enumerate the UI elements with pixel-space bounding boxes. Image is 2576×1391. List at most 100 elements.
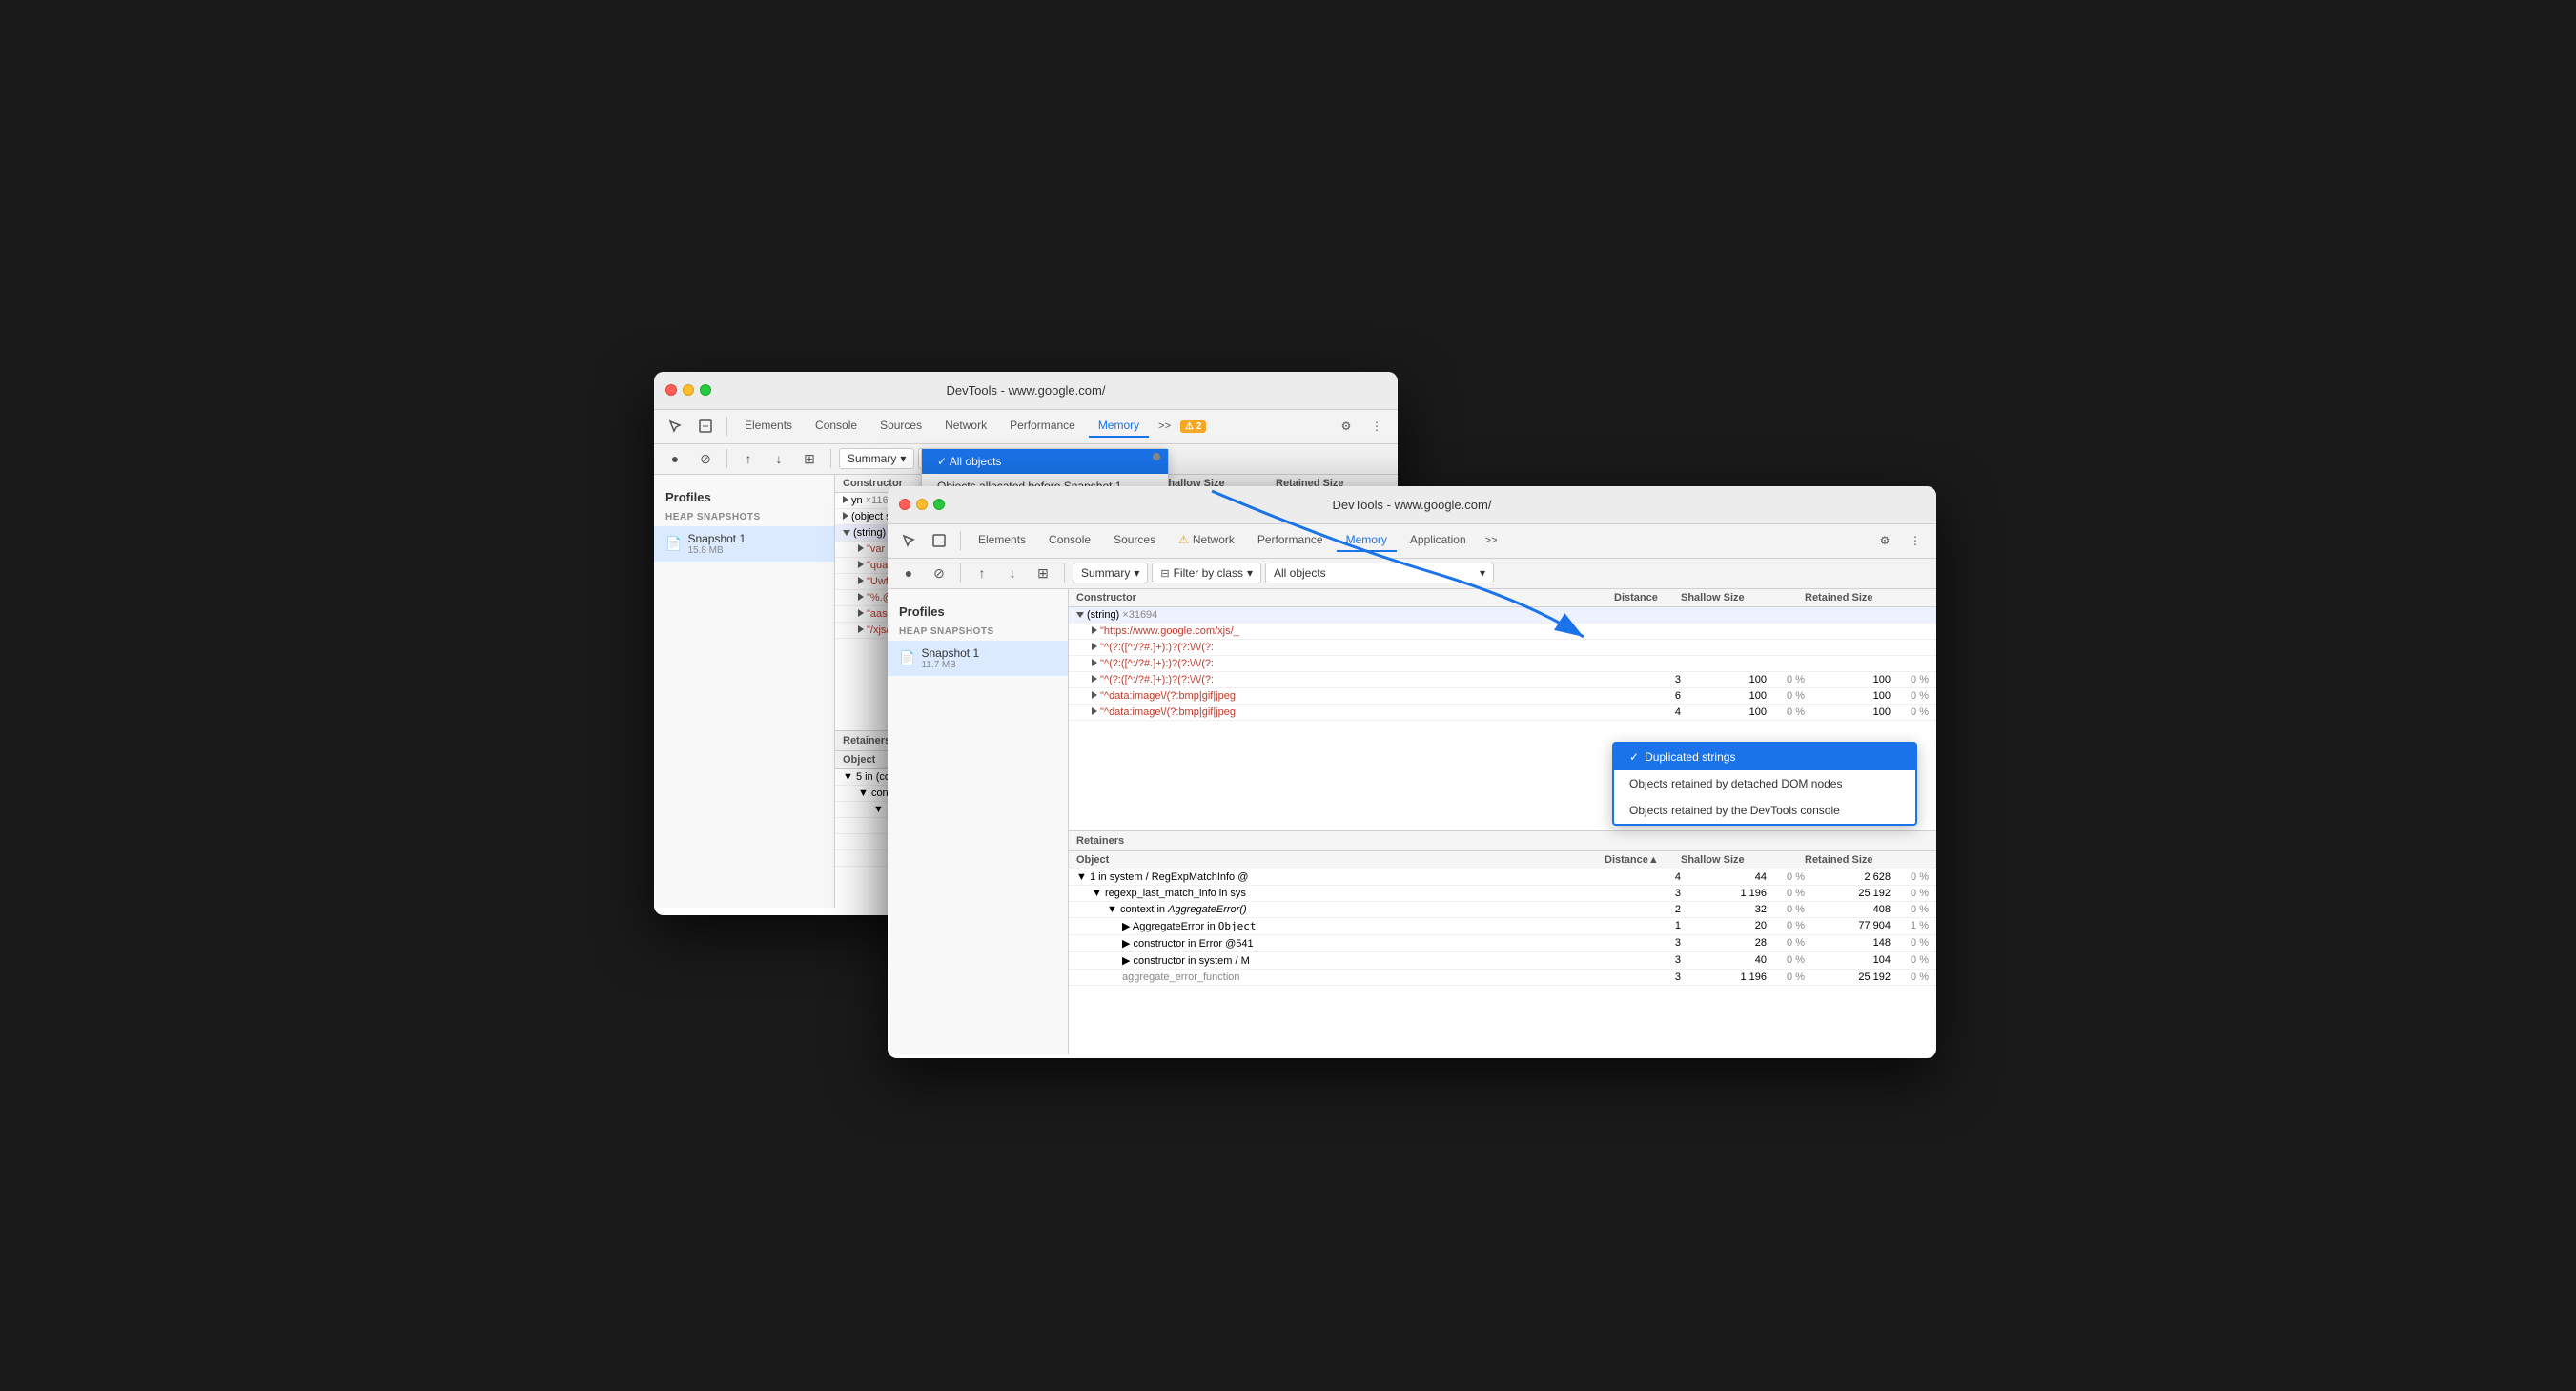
settings-icon-front[interactable]: ⚙ (1871, 527, 1898, 554)
ret-col-retained-front: Retained Size (1805, 854, 1891, 866)
sidebar-front: Profiles HEAP SNAPSHOTS 📄 Snapshot 1 11.… (888, 589, 1069, 1054)
ret-row-3-front[interactable]: ▼ context in AggregateError() 2 32 0 % 4… (1069, 902, 1936, 918)
traffic-lights-front (899, 499, 945, 510)
summary-dropdown-back[interactable]: Summary ▾ (839, 448, 914, 469)
inspect-icon-front[interactable] (926, 527, 952, 554)
filter-icon: ⊟ (1160, 567, 1169, 580)
sec-divider-back (726, 449, 727, 468)
ret-row-7-front[interactable]: aggregate_error_function 3 1 196 0 % 25 … (1069, 970, 1936, 986)
record-icon-back[interactable]: ● (662, 445, 688, 472)
tab-elements-back[interactable]: Elements (735, 415, 802, 438)
constructor-row-data1[interactable]: "^data:image\/(?:bmp|gif|jpeg 6 100 0 % … (1069, 688, 1936, 705)
tab-network-front[interactable]: ⚠ Network (1169, 529, 1244, 552)
warning-badge-back[interactable]: ⚠ 2 (1180, 420, 1206, 433)
dropdown-detached-dom[interactable]: Objects retained by detached DOM nodes (1614, 770, 1915, 797)
inspect-icon[interactable] (692, 413, 719, 440)
sec-divider-2-back (830, 449, 831, 468)
col-retained-front: Retained Size (1805, 592, 1891, 603)
main-toolbar-back: Elements Console Sources Network Perform… (654, 410, 1398, 444)
snapshot-icon-back: 📄 (665, 536, 682, 552)
record-icon-front[interactable]: ● (895, 560, 922, 586)
maximize-button-front[interactable] (933, 499, 945, 510)
summary-dropdown-front[interactable]: Summary ▾ (1073, 563, 1148, 583)
ret-col-shallow-front: Shallow Size (1681, 854, 1767, 866)
trash-icon-back[interactable]: ⊞ (796, 445, 823, 472)
ret-col-obj-front: Object (1076, 854, 1605, 866)
summary-label-front: Summary (1081, 566, 1130, 580)
snapshot-name-front: Snapshot 1 (921, 646, 979, 660)
profiles-label-front: Profiles (888, 597, 1068, 623)
filter-by-class-dropdown[interactable]: ⊟ Filter by class ▾ (1152, 563, 1261, 583)
tab-memory-front[interactable]: Memory (1337, 529, 1397, 552)
tab-elements-front[interactable]: Elements (969, 529, 1035, 552)
snapshot-info-back: Snapshot 1 15.8 MB (687, 532, 746, 556)
constructor-row-https[interactable]: "https://www.google.com/xjs/_ (1069, 624, 1936, 640)
close-button-front[interactable] (899, 499, 910, 510)
tab-network-back[interactable]: Network (935, 415, 996, 438)
tab-sources-back[interactable]: Sources (870, 415, 931, 438)
ret-row-2-front[interactable]: ▼ regexp_last_match_info in sys 3 1 196 … (1069, 886, 1936, 902)
stop-icon-front[interactable]: ⊘ (926, 560, 952, 586)
download-icon-back[interactable]: ↓ (766, 445, 792, 472)
constructor-row-regex1[interactable]: "^(?:([^:/?#.]+):)?(?:\/\/(?: (1069, 640, 1936, 656)
upload-icon-front[interactable]: ↑ (969, 560, 995, 586)
ret-row-4-front[interactable]: ▶ AggregateError in Object 1 20 0 % 77 9… (1069, 918, 1936, 935)
more-icon-back[interactable]: ⋮ (1363, 413, 1390, 440)
more-tabs-back[interactable]: >> (1153, 417, 1176, 436)
trash-icon-front[interactable]: ⊞ (1030, 560, 1056, 586)
dropdown-devtools-console[interactable]: Objects retained by the DevTools console (1614, 797, 1915, 824)
all-objects-container-front: All objects ▾ (1265, 563, 1494, 583)
toolbar-divider-1 (726, 417, 727, 436)
dropdown-duplicated-strings[interactable]: ✓ Duplicated strings (1614, 744, 1915, 770)
snapshot-info-front: Snapshot 1 11.7 MB (921, 646, 979, 670)
retainers-table-header-front: Object Distance▲ Shallow Size Retained S… (1069, 851, 1936, 869)
tab-performance-back[interactable]: Performance (1000, 415, 1085, 438)
profiles-label-back: Profiles (654, 482, 834, 508)
duplicated-strings-dropdown: ✓ Duplicated strings Objects retained by… (1612, 742, 1917, 826)
summary-chevron-back: ▾ (900, 452, 906, 465)
sec-divider-2-front (1064, 563, 1065, 583)
constructor-row-regex3[interactable]: "^(?:([^:/?#.]+):)?(?:\/\/(?: 3 100 0 % … (1069, 672, 1936, 688)
snapshot-name-back: Snapshot 1 (687, 532, 746, 545)
settings-icon-back[interactable]: ⚙ (1333, 413, 1360, 440)
main-toolbar-front: Elements Console Sources ⚠ Network Perfo… (888, 524, 1936, 559)
constructor-row-data2[interactable]: "^data:image\/(?:bmp|gif|jpeg 4 100 0 % … (1069, 705, 1936, 721)
download-icon-front[interactable]: ↓ (999, 560, 1026, 586)
snapshot-item-back[interactable]: 📄 Snapshot 1 15.8 MB (654, 526, 834, 562)
minimize-button-front[interactable] (916, 499, 928, 510)
all-objects-chevron: ▾ (1480, 566, 1485, 580)
heap-snapshots-label-front: HEAP SNAPSHOTS (888, 623, 1068, 641)
ret-col-dist-front: Distance▲ (1605, 854, 1681, 866)
filter-chevron: ▾ (1247, 566, 1253, 580)
tab-console-front[interactable]: Console (1039, 529, 1100, 552)
more-tabs-front[interactable]: >> (1480, 531, 1503, 550)
constructor-row-regex2[interactable]: "^(?:([^:/?#.]+):)?(?:\/\/(?: (1069, 656, 1936, 672)
tab-console-back[interactable]: Console (806, 415, 867, 438)
ret-row-6-front[interactable]: ▶ constructor in system / M 3 40 0 % 104… (1069, 952, 1936, 970)
traffic-lights-back (665, 384, 711, 396)
tab-application-front[interactable]: Application (1400, 529, 1476, 552)
more-icon-front[interactable]: ⋮ (1902, 527, 1929, 554)
tab-memory-back[interactable]: Memory (1089, 415, 1149, 438)
stop-icon-back[interactable]: ⊘ (692, 445, 719, 472)
close-button[interactable] (665, 384, 677, 396)
snapshot-item-front[interactable]: 📄 Snapshot 1 11.7 MB (888, 641, 1068, 676)
all-objects-dropdown-front[interactable]: All objects ▾ (1265, 563, 1494, 583)
upload-icon-back[interactable]: ↑ (735, 445, 762, 472)
snapshot-size-front: 11.7 MB (921, 660, 979, 670)
constructor-row-string-front[interactable]: (string) ×31694 (1069, 607, 1936, 624)
col-constructor-front: Constructor (1076, 592, 1614, 603)
summary-chevron-front: ▾ (1134, 566, 1139, 580)
cursor-icon[interactable] (662, 413, 688, 440)
cursor-icon-front[interactable] (895, 527, 922, 554)
maximize-button[interactable] (700, 384, 711, 396)
filter-by-class-label: Filter by class (1174, 566, 1243, 580)
ret-row-1-front[interactable]: ▼ 1 in system / RegExpMatchInfo @ 4 44 0… (1069, 869, 1936, 886)
network-warning-icon: ⚠ (1178, 533, 1189, 546)
ret-row-5-front[interactable]: ▶ constructor in Error @541 3 28 0 % 148… (1069, 935, 1936, 952)
minimize-button[interactable] (683, 384, 694, 396)
tab-performance-front[interactable]: Performance (1248, 529, 1333, 552)
tab-sources-front[interactable]: Sources (1104, 529, 1165, 552)
dropdown-all-objects[interactable]: ✓ All objects (922, 449, 1168, 474)
checkmark-icon: ✓ (1629, 750, 1639, 764)
